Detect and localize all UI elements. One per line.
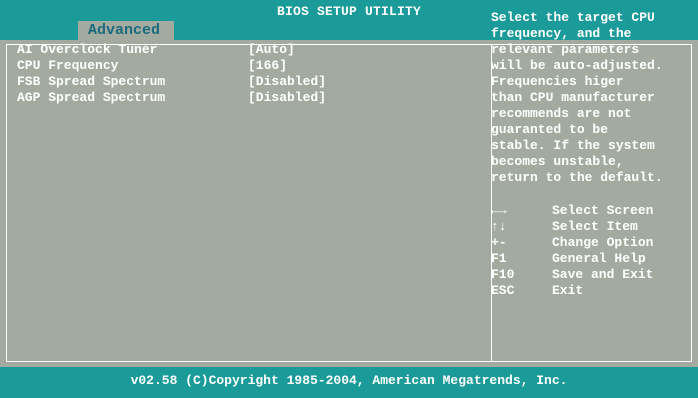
setting-agp-spread-spectrum[interactable]: AGP Spread Spectrum [Disabled]: [17, 90, 477, 106]
setting-fsb-spread-spectrum[interactable]: FSB Spread Spectrum [Disabled]: [17, 74, 477, 90]
bios-setup-screen: BIOS SETUP UTILITY Advanced AI Overclock…: [0, 0, 698, 398]
key-name: F10: [491, 267, 515, 282]
key-name: +-: [491, 235, 507, 250]
setting-value[interactable]: [Disabled]: [248, 90, 326, 106]
key-name: ESC: [491, 283, 515, 298]
setting-value[interactable]: [166]: [248, 58, 287, 74]
key-name: F1: [491, 251, 507, 266]
key-legend: ←→ Select Screen ↑↓ Select Item +- Chang…: [491, 203, 687, 299]
copyright-text: v02.58 (C)Copyright 1985-2004, American …: [130, 373, 568, 388]
key-action: Select Screen: [552, 203, 654, 218]
tab-advanced[interactable]: Advanced: [78, 21, 174, 40]
key-legend-item: ←→ Select Screen: [491, 203, 687, 219]
key-legend-item: F10 Save and Exit: [491, 267, 687, 283]
key-action: Select Item: [552, 219, 638, 234]
key-legend-item: F1 General Help: [491, 251, 687, 267]
setting-value[interactable]: [Disabled]: [248, 74, 326, 90]
key-legend-item: +- Change Option: [491, 235, 687, 251]
key-action: General Help: [552, 251, 646, 266]
key-legend-item: ↑↓ Select Item: [491, 219, 687, 235]
setting-ai-overclock-tuner[interactable]: AI Overclock Tuner [Auto]: [17, 42, 477, 58]
setting-label: CPU Frequency: [17, 58, 119, 73]
setting-cpu-frequency[interactable]: CPU Frequency [166]: [17, 58, 477, 74]
setting-label: AI Overclock Tuner: [17, 42, 158, 57]
setting-value[interactable]: [Auto]: [248, 42, 295, 58]
setting-label: FSB Spread Spectrum: [17, 74, 166, 89]
footer-bar: v02.58 (C)Copyright 1985-2004, American …: [0, 367, 698, 398]
help-text: Select the target CPU frequency, and the…: [491, 10, 663, 185]
key-action: Change Option: [552, 235, 654, 250]
key-legend-item: ESC Exit: [491, 283, 687, 299]
arrows-up-down-icon: ↑↓: [491, 219, 507, 234]
settings-list: AI Overclock Tuner [Auto] CPU Frequency …: [17, 42, 477, 106]
key-action: Exit: [552, 283, 584, 298]
arrows-left-right-icon: ←→: [491, 203, 507, 218]
key-action: Save and Exit: [552, 267, 654, 282]
setting-label: AGP Spread Spectrum: [17, 90, 166, 105]
